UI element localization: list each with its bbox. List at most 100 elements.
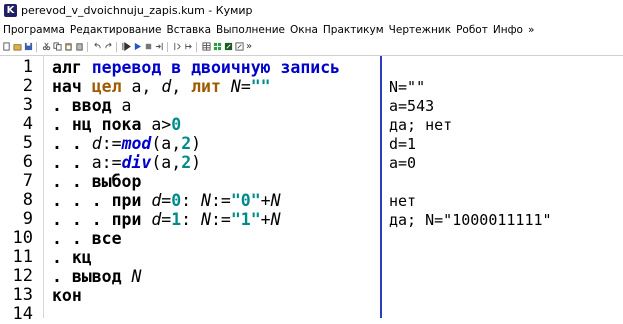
window-title: perevod_v_dvoichnuju_zapis.kum - Кумир [21,4,253,17]
code-line-5[interactable]: . . d:=mod(a,2) [52,134,201,153]
stop-icon[interactable] [144,42,153,51]
menu-practicum[interactable]: Практикум [323,24,384,36]
plus-op: + [260,210,271,229]
keyword-alg: алг [52,58,82,77]
menu-drawer[interactable]: Чертежник [389,24,451,36]
var-a: a [111,96,132,115]
open-file-icon[interactable] [13,42,22,51]
step-over-icon[interactable] [155,42,164,51]
indent-dots: . . [52,153,92,172]
indent-dots: . [52,96,72,115]
line-number: 5 [22,133,33,153]
menu-run[interactable]: Выполнение [216,24,285,36]
keyword-nach: нач [52,77,82,96]
var-d: d [151,210,162,229]
code-line-12[interactable]: . вывод N [52,267,141,286]
line-number: 14 [12,304,33,324]
colon: : [181,210,202,229]
keyword-end-switch: все [91,229,122,248]
code-line-3[interactable]: . ввод a [52,96,132,115]
menu-windows[interactable]: Окна [290,24,318,36]
code-line-6[interactable]: . . a:=div(a,2) [52,153,201,172]
var-N: N [131,267,142,286]
margin-line-3: a=543 [389,97,435,115]
run-step-icon[interactable] [133,42,142,51]
robot-field-icon[interactable] [213,42,222,51]
indent-dots: . . . [52,210,112,229]
margin-line-6: a=0 [389,154,417,172]
type-int: цел [91,77,122,96]
line-number: 12 [12,266,33,286]
type-lit: лит [191,77,221,96]
code-line-13[interactable]: кон [52,286,82,305]
assign-op: := [101,134,122,153]
toolbar: » [0,38,623,56]
line-number: 8 [22,190,33,210]
menu-overflow[interactable]: » [528,24,534,36]
var-d: d [161,77,172,96]
table-icon[interactable] [202,42,211,51]
run-icon[interactable] [122,42,131,51]
var-d: d [151,191,162,210]
undo-icon[interactable] [93,42,102,51]
code-line-1[interactable]: алг перевод в двоичную запись [52,58,340,77]
paste-icon[interactable] [64,42,73,51]
indent-dots: . . [52,134,92,153]
condition: a> [141,115,172,134]
settings-grid-icon[interactable] [235,42,244,51]
copy-icon[interactable] [53,42,62,51]
kumir-app-icon: K [4,4,17,17]
string-literal: "0" [230,191,261,210]
toolbar-separator [36,41,37,52]
code-line-7[interactable]: . . выбор [52,172,141,191]
var-N: N [201,210,211,229]
cut-icon[interactable] [42,42,51,51]
args: (a, [151,153,182,172]
margin-line-2: N="" [389,78,426,96]
var-list: a, [121,77,162,96]
toolbar-separator [196,41,197,52]
number-literal: 1 [171,210,182,229]
code-line-10[interactable]: . . все [52,229,122,248]
line-number: 4 [22,114,33,134]
margin-line-5: d=1 [389,135,417,153]
function-div: div [121,153,152,172]
code-line-9[interactable]: . . . при d=1: N:="1"+N [52,210,281,229]
menu-info[interactable]: Инфо [493,24,523,36]
new-file-icon[interactable] [2,42,11,51]
equals: = [161,210,172,229]
code-line-2[interactable]: нач цел a, d, лит N="" [52,77,271,96]
step-out-icon[interactable] [184,42,193,51]
draw-field-icon[interactable] [224,42,233,51]
toolbar-overflow-button[interactable]: » [246,41,252,52]
plus-op: + [260,191,271,210]
margin-line-9: да; N="1000011111" [389,211,552,229]
var-d: d [91,134,102,153]
redo-icon[interactable] [104,42,113,51]
keyword-kon: кон [52,286,82,305]
menu-robot[interactable]: Робот [456,24,488,36]
var-N: N [201,191,211,210]
code-line-11[interactable]: . кц [52,248,92,267]
code-area[interactable]: алг перевод в двоичную запись нач цел a,… [52,56,377,318]
code-editor[interactable]: 1 2 3 4 5 6 7 8 9 10 11 12 13 14 алг пер… [0,56,623,324]
keyword-case: при [111,191,142,210]
margin-divider[interactable] [380,56,382,318]
delete-icon[interactable] [75,42,84,51]
save-icon[interactable] [24,42,33,51]
assign-op: := [210,191,231,210]
menu-program[interactable]: Программа [3,24,65,36]
number-literal: 2 [181,134,192,153]
function-mod: mod [121,134,152,153]
line-number: 7 [22,171,33,191]
assign-op: := [210,210,231,229]
code-line-8[interactable]: . . . при d=0: N:="0"+N [52,191,281,210]
menu-edit[interactable]: Редактирование [70,24,162,36]
menu-bar: Программа Редактирование Вставка Выполне… [0,21,623,38]
code-line-4[interactable]: . нц пока a>0 [52,115,181,134]
step-into-icon[interactable] [173,42,182,51]
margin-line-4: да; нет [389,116,453,134]
line-number: 10 [12,228,33,248]
indent-dots: . . . [52,191,112,210]
menu-insert[interactable]: Вставка [167,24,212,36]
